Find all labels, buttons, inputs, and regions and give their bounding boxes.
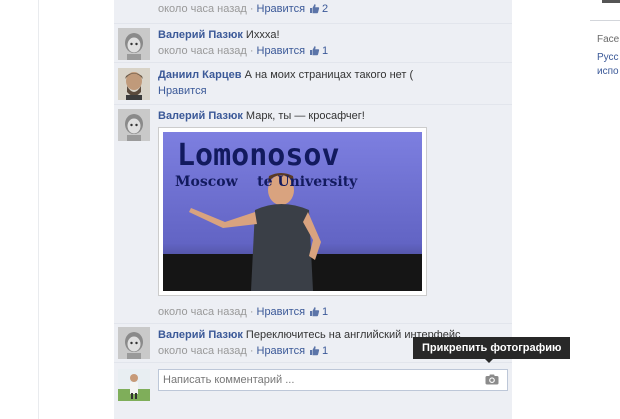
current-user-avatar[interactable]: [118, 369, 150, 401]
comment-meta: около часа назад · Нравится 1: [158, 306, 329, 318]
like-link[interactable]: Нравится: [257, 3, 306, 15]
avatar[interactable]: [118, 28, 150, 60]
thumbs-up-icon: [310, 346, 320, 356]
comment-item: Даниил Карцев А на моих страницах такого…: [114, 62, 512, 105]
comment-time[interactable]: около часа назад: [158, 345, 247, 357]
comment-text: А на моих страницах такого нет (: [244, 69, 414, 81]
comment-text: Марк, ты — кросафчег!: [245, 110, 365, 122]
comment-time[interactable]: около часа назад: [158, 3, 247, 15]
likes-count[interactable]: 1: [322, 306, 328, 318]
comment-body: Даниил Карцев А на моих страницах такого…: [158, 67, 504, 83]
comment-meta: около часа назад · Нравится 2: [158, 3, 329, 15]
thumbs-up-icon: [310, 46, 320, 56]
comment-author[interactable]: Валерий Пазюк: [158, 29, 243, 41]
comment-item: Валерий Пазюк Ихххa! около часа назад · Нр…: [114, 23, 512, 63]
comment-body: Валерий Пазюк Ихххa!: [158, 27, 504, 43]
comment-text: Ихххa!: [245, 29, 280, 41]
page-divider: [38, 0, 39, 419]
comment-composer: [114, 362, 512, 403]
thumbs-up-icon: [310, 4, 320, 14]
comment-time[interactable]: около часа назад: [158, 306, 247, 318]
sidebar-footer-brand[interactable]: Face: [597, 34, 619, 45]
likes-count[interactable]: 1: [322, 345, 328, 357]
right-sidebar: Face Русс испо: [590, 0, 620, 419]
comment-item: Валерий Пазюк Марк, ты — кросафчег! Lomo…: [114, 104, 512, 324]
comment-meta: около часа назад · Нравится 1: [158, 45, 329, 57]
photo-caption-line1: Lomonosov: [177, 138, 340, 173]
avatar[interactable]: [118, 68, 150, 100]
likes-count[interactable]: 2: [322, 3, 328, 15]
comment-time[interactable]: около часа назад: [158, 45, 247, 57]
like-link[interactable]: Нравится: [257, 345, 306, 357]
tooltip-arrow: [484, 358, 494, 363]
comment-input[interactable]: [159, 370, 473, 389]
avatar[interactable]: [118, 109, 150, 141]
comment-author[interactable]: Валерий Пазюк: [158, 329, 243, 341]
avatar[interactable]: [118, 327, 150, 359]
comment-item: около часа назад · Нравится 2: [114, 0, 512, 23]
photo-image: Lomonosov Moscow te University: [163, 132, 422, 291]
attach-photo-tooltip: Прикрепить фотографию: [413, 337, 571, 359]
sidebar-language-link[interactable]: Русс: [597, 52, 619, 63]
attached-photo[interactable]: Lomonosov Moscow te University: [158, 127, 427, 296]
sidebar-divider: [590, 20, 620, 21]
like-link[interactable]: Нравится: [257, 45, 306, 57]
comment-author[interactable]: Даниил Карцев: [158, 69, 242, 81]
like-link[interactable]: Нравится: [257, 306, 306, 318]
comment-author[interactable]: Валерий Пазюк: [158, 110, 243, 122]
sidebar-language-link-cont[interactable]: испо: [597, 66, 619, 77]
comment-input-box[interactable]: [158, 369, 508, 391]
camera-icon[interactable]: [485, 374, 499, 385]
sidebar-bar: [602, 0, 620, 3]
like-link[interactable]: Нравится: [158, 85, 207, 97]
comment-body: Валерий Пазюк Марк, ты — кросафчег!: [158, 108, 504, 124]
thumbs-up-icon: [310, 307, 320, 317]
photo-caption-line2: Moscow te University: [175, 174, 358, 190]
likes-count[interactable]: 1: [322, 45, 328, 57]
comment-meta: Нравится: [158, 83, 504, 99]
